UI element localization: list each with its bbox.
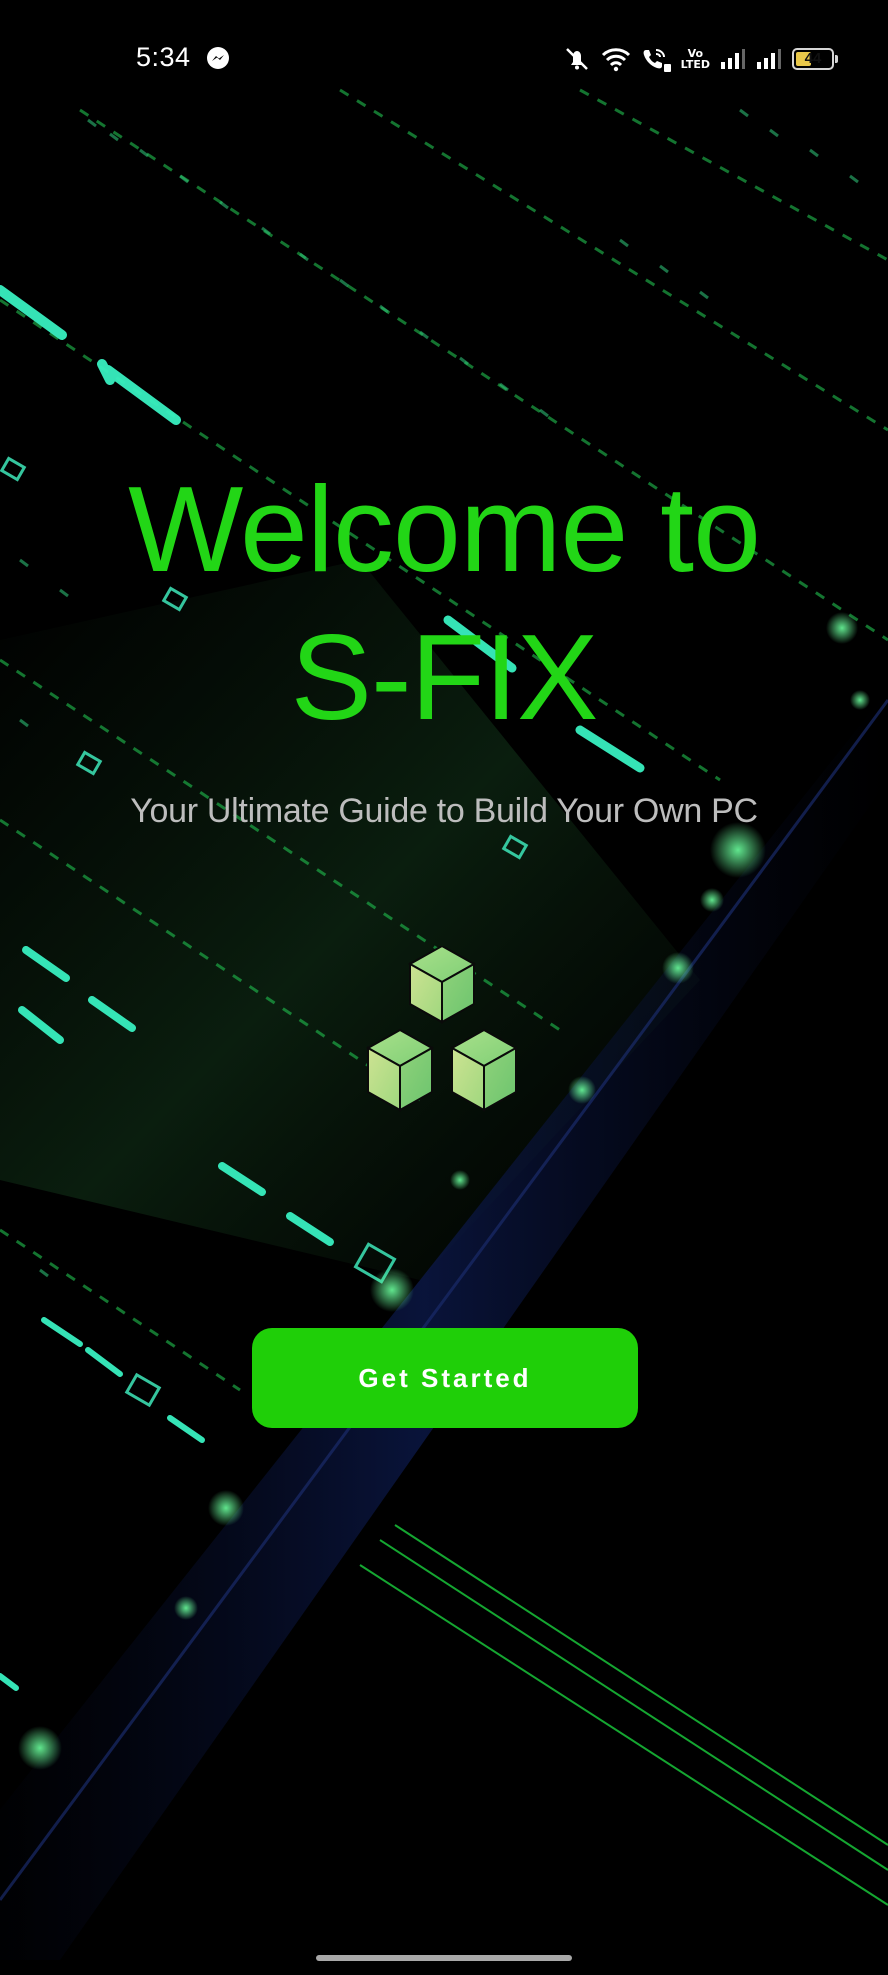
welcome-title-line1: Welcome to [128,461,761,597]
status-time: 5:34 [136,42,191,72]
welcome-title: Welcome to S-FIX [0,455,888,751]
volte-label-bottom: LTED [680,58,710,71]
home-indicator[interactable] [316,1955,572,1961]
mute-icon [565,48,588,70]
cubes-logo-icon [366,946,518,1112]
signal-2-icon [757,49,781,69]
signal-1-icon [721,49,745,69]
messenger-icon [207,47,229,69]
welcome-title-line2: S-FIX [290,609,599,745]
wifi-icon [601,48,630,72]
welcome-screen: 5:34 Vo LTED 44 Welcome to S-FIX Your Ul… [0,0,888,1975]
status-icons: Vo LTED 44 [563,44,838,74]
get-started-button[interactable]: Get Started [252,1328,638,1428]
welcome-subtitle: Your Ultimate Guide to Build Your Own PC [130,792,758,830]
volte-icon: Vo LTED [681,48,710,70]
battery-level: 44 [804,50,822,67]
wifi-calling-icon [643,49,671,72]
status-bar: 5:34 Vo LTED 44 [0,0,888,118]
battery-icon: 44 [792,48,838,70]
